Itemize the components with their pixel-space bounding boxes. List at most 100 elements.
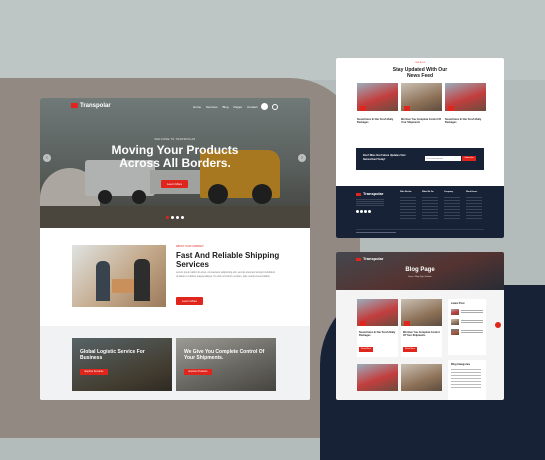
sidebar-heading: Latest Post [451,302,465,305]
nav-blog[interactable]: Blog [223,105,229,109]
post-title[interactable]: Sound Here In Our Fresh Daily Packages [445,118,486,124]
post-date-badge [448,106,454,111]
nav-services[interactable]: Services [206,105,218,109]
footer-col-heading: Who We Are [400,191,412,193]
slider-dot[interactable] [181,216,184,219]
sidebar-post-title[interactable] [461,320,483,324]
footer-col-heading: Company [444,191,454,193]
about-image [72,245,166,307]
blog-logo[interactable]: Transpolar [356,256,383,261]
footer-logo[interactable]: Transpolar [356,191,383,196]
footer-col-heading: Work Hours [466,191,478,193]
sidebar-thumb[interactable] [451,329,459,335]
blog-page-mockup: Transpolar Blog Page Home / Blog Right S… [336,252,504,400]
news-eyebrow: OUR BLOG [414,62,426,64]
scroll-top-button[interactable] [495,322,501,328]
card-button[interactable]: Explore Products [184,369,212,375]
category-list[interactable] [451,369,481,389]
post-title[interactable]: Sound Here In Our Fresh Daily Packages [359,331,396,337]
post-image[interactable] [357,364,398,391]
footer-divider [356,229,484,230]
newsletter-box: Don't Miss Our Future Updates! Get Subsc… [356,148,484,170]
newsletter-title: Don't Miss Our Future Updates! Get Subsc… [363,154,406,161]
footer-links[interactable] [444,197,460,219]
hero-eyebrow: WELCOME TO TRANSPOLAR [154,138,196,141]
card-overlay [176,338,276,391]
news-page-mockup: OUR BLOG Stay Updated With Our News Feed… [336,58,504,238]
slider-next-arrow-icon[interactable]: › [298,154,306,162]
slider-dot-active[interactable] [166,216,169,219]
search-icon[interactable] [272,104,278,110]
about-title-line1: Fast And Reliable Shipping [176,251,280,260]
read-more-button[interactable]: Read More [359,347,373,352]
worker-figure [134,259,150,301]
blog-hero: Transpolar Blog Page Home / Blog Right S… [336,252,504,290]
slider-dot[interactable] [171,216,174,219]
subscribe-button[interactable]: Subscribe [462,156,476,161]
footer-col-heading: What We Do [422,191,434,193]
blog-post-card[interactable]: Sound Here In Our Fresh Daily Packages R… [357,299,398,357]
nav-contact[interactable]: Contact [247,105,257,109]
blog-logo-text: Transpolar [363,256,384,261]
logo-icon [356,258,361,261]
sidebar-thumb[interactable] [451,319,459,325]
service-card[interactable]: We Give You Complete Control Of Your Shi… [176,338,276,391]
footer-about-text [356,199,384,207]
news-title-line2: News Feed [406,73,434,79]
post-date-badge [360,321,366,326]
card-button[interactable]: Explore Services [80,369,108,375]
categories-widget: Blog Categories [448,360,486,400]
about-eyebrow: ABOUT OUR COMPANY [176,245,204,248]
hero-title-line2: Across All Borders. [119,156,231,170]
post-date-badge [404,106,410,111]
hero-title: Moving Your Products Across All Borders. [40,144,310,170]
post-title[interactable]: We Give You Complete Control Of Your Shi… [403,331,440,337]
card-title-line2: Your Shipments. [184,355,224,361]
footer: Transpolar Who We Are What We Do Company… [336,186,504,238]
footer-links[interactable] [422,197,438,219]
read-more-button[interactable]: Read More [403,347,417,352]
sidebar-thumb[interactable] [451,309,459,315]
about-learn-more-button[interactable]: Learn More [176,297,203,305]
nav-pages[interactable]: Pages [234,105,243,109]
logo[interactable]: Transpolar [71,103,111,109]
sidebar-heading: Blog Categories [451,363,471,366]
news-title: Stay Updated With Our News Feed [336,67,504,79]
linkedin-icon[interactable] [368,210,371,213]
about-body: Lorem ipsum dolor sit amet, consectetur … [176,271,275,278]
sidebar-post-title[interactable] [461,330,483,334]
blog-title: Blog Page [405,267,435,273]
post-title[interactable]: Sound Here In Our Fresh Daily Packages [357,118,398,124]
slider-prev-arrow-icon[interactable]: ‹ [43,154,51,162]
slider-dots [166,216,184,219]
footer-logo-text: Transpolar [363,191,384,196]
logo-icon [356,193,361,196]
post-title[interactable]: We Give You Complete Control Of Your Shi… [401,118,442,124]
footer-links[interactable] [400,197,416,219]
sidebar-post-title[interactable] [461,310,483,314]
about-title-line2: Services [176,260,209,269]
nav-home[interactable]: Home [193,105,201,109]
slider-dot[interactable] [176,216,179,219]
breadcrumb[interactable]: Home / Blog Right Sidebar [336,276,504,278]
latest-posts-widget: Latest Post [448,299,486,355]
service-card[interactable]: Global Logistic Service For Business Exp… [72,338,172,391]
logo-icon [71,103,78,108]
facebook-icon[interactable] [356,210,359,213]
post-image[interactable] [401,364,442,391]
footer-copyright [356,232,396,233]
post-date-badge [360,106,366,111]
twitter-icon[interactable] [360,210,363,213]
instagram-icon[interactable] [364,210,367,213]
cart-icon[interactable] [261,103,268,110]
newsletter-email-input[interactable] [425,156,461,161]
footer-links[interactable] [466,197,482,219]
blog-post-card[interactable]: We Give You Complete Control Of Your Shi… [401,299,442,357]
homepage-mockup: Transpolar Home Services Blog Pages Cont… [40,98,310,400]
hero-learn-more-button[interactable]: Learn More [161,180,188,188]
card-title: We Give You Complete Control Of Your Shi… [184,349,264,361]
main-nav: Home Services Blog Pages Contact [193,105,257,109]
post-date-badge [404,321,410,326]
package-box [112,279,134,293]
card-title-line2: Business [80,355,103,361]
